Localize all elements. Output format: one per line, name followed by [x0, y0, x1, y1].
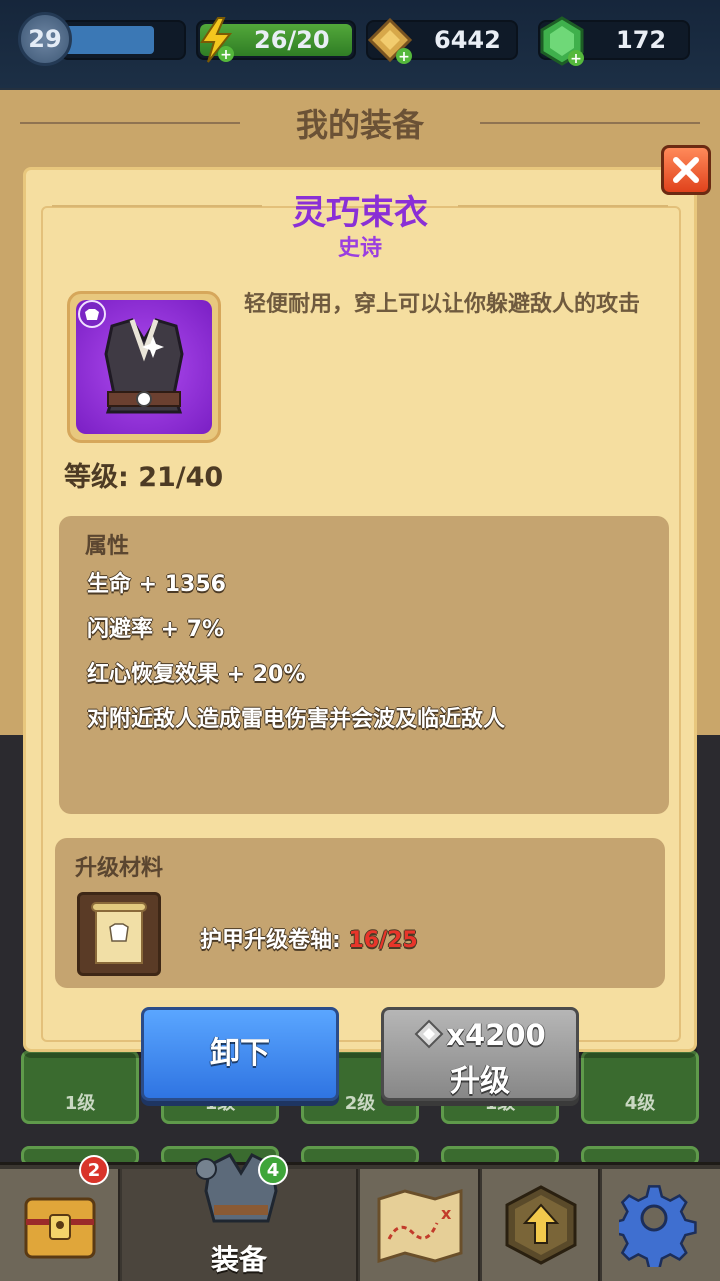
scroll-icon [91, 902, 147, 964]
slot-level: 4级 [624, 1093, 656, 1114]
bottom-navigation: 2 4 装备 x [0, 1153, 720, 1281]
xp-progress-fill [64, 26, 154, 54]
item-icon-frame [67, 291, 221, 443]
nav-tab-chest[interactable]: 2 [0, 1155, 120, 1281]
upgrade-cost: x4200 [384, 1018, 576, 1052]
tunic-icon [78, 300, 184, 414]
upgrade-materials-panel: 升级材料 护甲升级卷轴: 16/25 [55, 838, 665, 988]
nav-tab-map[interactable]: x [360, 1169, 480, 1281]
gear-icon [619, 1185, 697, 1267]
top-resource-bar: 29 26/20 + 6442 + 172 + [0, 0, 720, 88]
gem-icon: + [540, 16, 584, 67]
map-icon: x [377, 1189, 463, 1263]
material-icon-frame [77, 892, 161, 976]
lightning-icon: + [200, 17, 234, 63]
attribute-line: 生命 + 1356 [87, 572, 226, 597]
inventory-slot[interactable]: 4级 [581, 1050, 699, 1124]
close-button[interactable] [661, 145, 711, 195]
item-rarity: 史诗 [337, 236, 382, 261]
nav-label-equipment: 装备 [210, 1243, 267, 1276]
nav-tab-equipment[interactable]: 4 装备 [122, 1153, 358, 1281]
upgrade-label: 升级 [450, 1064, 510, 1099]
equipment-notification-badge: 4 [258, 1155, 288, 1185]
coin-icon: + [367, 17, 413, 65]
attribute-line: 对附近敌人造成雷电伤害并会波及临近敌人 [87, 707, 506, 732]
page-title: 我的装备 [295, 106, 424, 144]
svg-text:+: + [398, 49, 410, 65]
material-count: 16/25 [348, 928, 418, 953]
chest-notification-badge: 2 [79, 1155, 109, 1185]
nav-tab-settings[interactable] [602, 1169, 720, 1281]
attributes-heading: 属性 [85, 534, 130, 559]
gem-value: 172 [616, 26, 667, 54]
svg-text:x: x [441, 1204, 452, 1223]
material-name: 护甲升级卷轴: [200, 928, 349, 953]
material-requirement: 护甲升级卷轴: 16/25 [200, 922, 418, 954]
nav-tab-upgrade[interactable] [482, 1169, 600, 1281]
svg-text:+: + [570, 51, 582, 67]
energy-value: 26/20 [254, 26, 330, 54]
attributes-panel: 属性 生命 + 1356 闪避率 + 7% 红心恢复效果 + 20% 对附近敌人… [59, 516, 669, 814]
treasure-chest-icon [24, 1197, 96, 1259]
xp-progress-bar [60, 20, 186, 60]
upgrade-button[interactable]: x4200 升级 [381, 1007, 579, 1101]
coin-value: 6442 [434, 26, 501, 54]
item-description: 轻便耐用，穿上可以让你躲避敌人的攻击 [244, 292, 641, 317]
close-icon [673, 157, 699, 183]
upgrade-cost-value: x4200 [446, 1018, 546, 1052]
item-level: 等级: 21/40 [64, 462, 224, 493]
svg-text:+: + [220, 47, 232, 63]
coin-icon [414, 1019, 444, 1049]
upgrade-arrow-icon [505, 1185, 577, 1265]
player-level-badge: 29 [18, 12, 72, 66]
slot-level: 1级 [64, 1093, 96, 1114]
attribute-line: 红心恢复效果 + 20% [87, 662, 306, 687]
materials-heading: 升级材料 [75, 856, 164, 881]
inventory-slot[interactable]: 1级 [21, 1050, 139, 1124]
item-name: 灵巧束衣 [292, 193, 428, 233]
attribute-line: 闪避率 + 7% [87, 617, 225, 642]
unequip-button[interactable]: 卸下 [141, 1007, 339, 1101]
